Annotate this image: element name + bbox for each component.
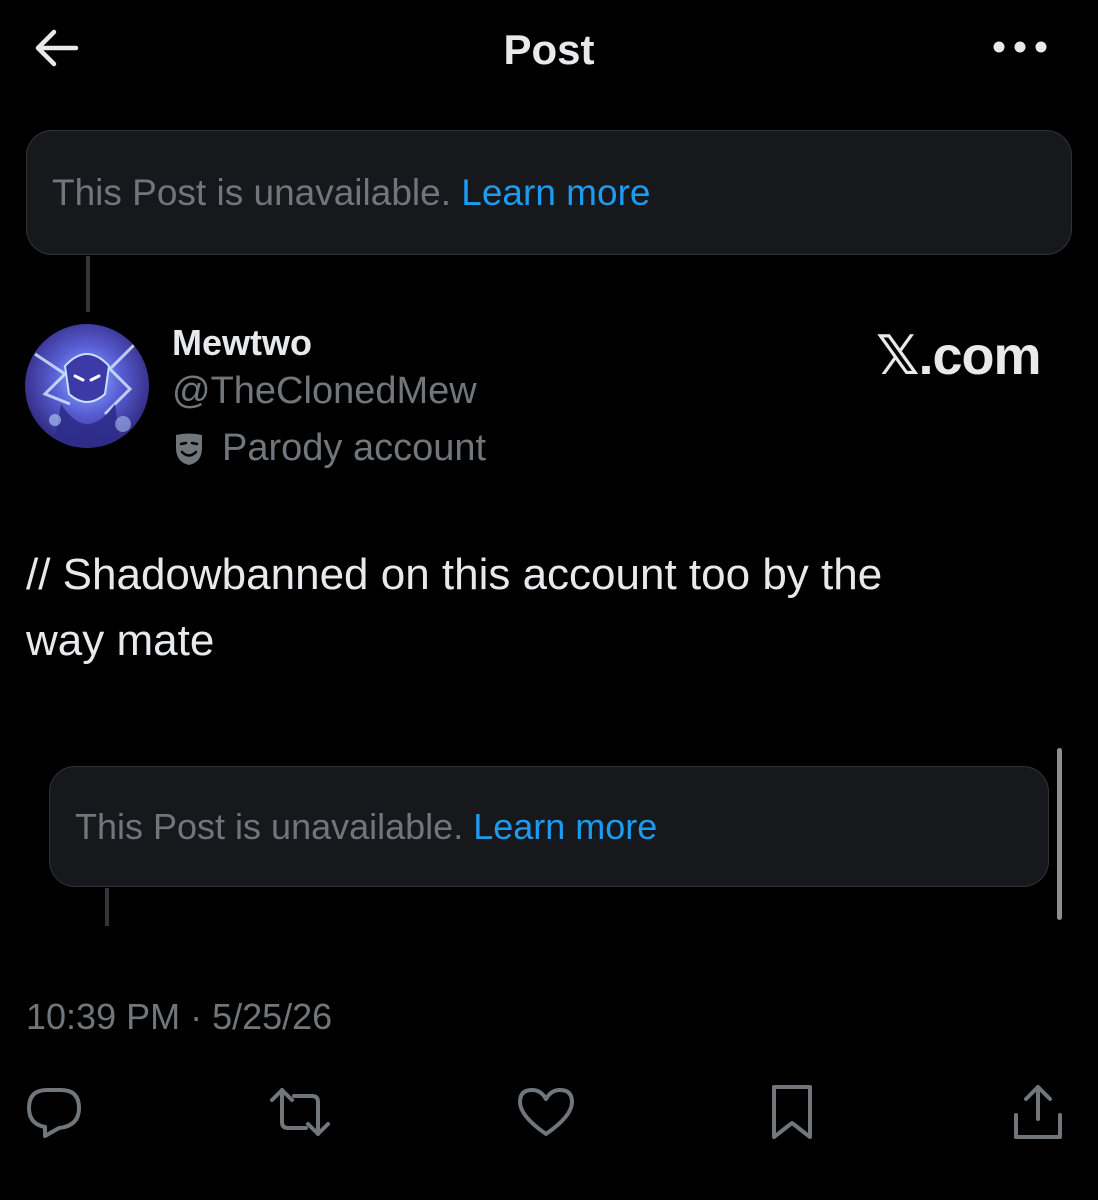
unavailable-text: This Post is unavailable. [75,805,464,847]
theater-mask-icon [176,433,202,465]
post-text-line-2: way mate [26,616,215,665]
mewtwo-avatar-image [25,324,149,448]
post-text-line-1: // Shadowbanned on this account too by t… [26,550,883,599]
unavailable-quoted-post[interactable]: This Post is unavailable. Learn more [49,766,1049,887]
post-timestamp[interactable]: 10:39 PM · 5/25/26 [26,996,332,1038]
page-title: Post [503,26,595,73]
unavailable-notice: This Post is unavailable. Learn more [75,806,657,848]
bookmark-button[interactable] [760,1080,824,1144]
author-handle[interactable]: @TheClonedMew [172,370,477,413]
share-button[interactable] [1006,1080,1070,1144]
repost-button[interactable] [268,1080,332,1144]
reply-button[interactable] [22,1080,86,1144]
scroll-indicator[interactable] [1057,748,1062,920]
learn-more-link[interactable]: Learn more [461,172,650,213]
post-text: // Shadowbanned on this account too by t… [26,542,1026,674]
share-icon [1014,1085,1062,1139]
avatar[interactable] [25,324,149,448]
parody-label: Parody account [174,427,486,470]
x-com-watermark: 𝕏.com [876,326,1042,386]
unavailable-parent-post: This Post is unavailable. Learn more [26,130,1072,255]
bookmark-icon [772,1085,812,1139]
unavailable-text: This Post is unavailable. [52,171,451,213]
reply-icon [27,1088,81,1138]
repost-icon [270,1088,330,1136]
author-display-name[interactable]: Mewtwo [172,322,312,364]
more-button[interactable] [988,22,1052,72]
like-button[interactable] [514,1080,578,1144]
thread-connector [86,256,90,312]
parody-label-text: Parody account [222,427,487,469]
unavailable-notice: This Post is unavailable. Learn more [52,172,650,214]
learn-more-link[interactable]: Learn more [473,806,657,847]
more-horizontal-icon [993,41,1047,53]
quote-connector [105,888,109,926]
heart-icon [518,1088,574,1136]
